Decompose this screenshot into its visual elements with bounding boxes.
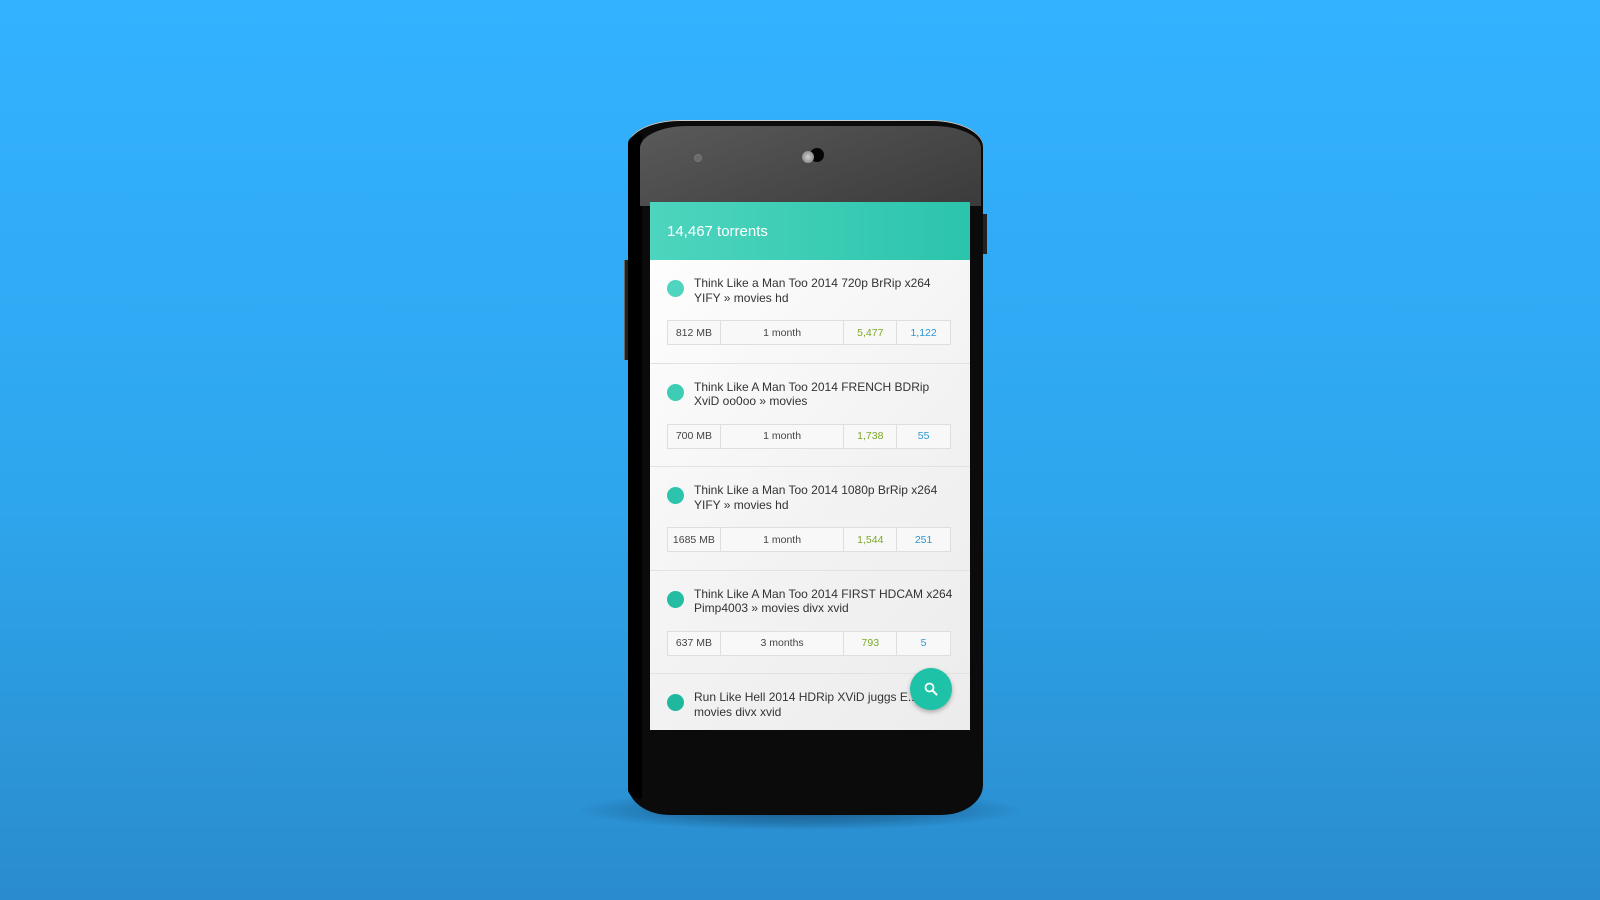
app-bar: 14,467 torrents [650,202,970,260]
torrent-age: 1 month [721,424,845,448]
torrent-stats: 812 MB 1 month 5,477 1,122 [667,320,951,345]
torrent-list-item[interactable]: Think Like A Man Too 2014 FIRST HDCAM x2… [650,571,970,674]
status-dot-icon [667,694,684,711]
sensor-icon [694,154,702,162]
torrent-stats: 700 MB 1 month 1,738 55 [667,423,951,449]
torrent-age: 1 month [721,321,845,344]
torrent-age: 1 month [721,528,845,551]
phone-edge [628,134,642,799]
torrent-age: 3 months [721,631,845,655]
torrent-title: Think Like A Man Too 2014 FIRST HDCAM x2… [694,586,953,616]
torrent-title: Think Like a Man Too 2014 1080p BrRip x2… [694,483,938,512]
torrent-leechers: 251 [914,533,933,546]
search-icon [924,682,938,696]
phone-top-bezel [640,126,981,206]
torrent-stats: 1685 MB 1 month 1,544 251 [667,527,951,552]
torrent-seeders: 793 [844,631,898,655]
torrent-title: Think Like A Man Too 2014 FRENCH BDRip X… [694,379,930,409]
status-dot-icon [667,383,684,401]
volume-button [624,260,628,360]
torrent-seeders: 1,738 [844,424,898,448]
torrent-size: 637 MB [668,631,721,655]
search-fab-button[interactable] [910,668,952,710]
status-dot-icon [667,590,684,608]
torrent-seeders: 5,477 [844,321,898,344]
torrent-size: 812 MB [668,321,721,344]
torrent-stats: 637 MB 3 months 793 5 [667,630,951,656]
torrent-count-title: 14,467 torrents [667,222,768,240]
torrent-size: 1685 MB [668,528,721,551]
torrent-list-item[interactable]: Think Like a Man Too 2014 1080p BrRip x2… [650,467,970,571]
torrent-title: Run Like Hell 2014 HDRip XViD juggs E...… [694,690,918,719]
status-dot-icon [667,487,684,504]
camera-icon [802,151,814,163]
status-dot-icon [667,280,684,297]
torrent-list-item[interactable]: Think Like a Man Too 2014 720p BrRip x26… [650,260,970,364]
torrent-leechers: 5 [920,637,927,649]
torrent-leechers: 1,122 [910,326,937,339]
torrent-title: Think Like a Man Too 2014 720p BrRip x26… [694,276,931,305]
torrent-seeders: 1,544 [844,528,898,551]
torrent-list-item[interactable]: Think Like A Man Too 2014 FRENCH BDRip X… [650,364,970,467]
power-button [983,214,987,254]
app-screen: 14,467 torrents Think Like a Man Too 201… [650,202,970,730]
torrent-leechers: 55 [917,430,930,442]
torrent-size: 700 MB [668,424,721,448]
